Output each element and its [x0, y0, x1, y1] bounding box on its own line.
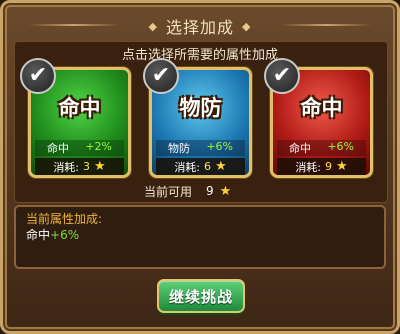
card-stat-bonus: +6% [327, 140, 354, 153]
card-stat-bonus: +2% [85, 140, 112, 153]
card-stat-row: 物防 +6% [156, 140, 245, 156]
title-divider-left [28, 24, 120, 26]
card-cost-value: 3 [83, 160, 91, 173]
card-cost-row: 消耗: 6 ★ [156, 158, 245, 175]
dialog-title: 选择加成 [165, 18, 234, 37]
star-icon: ★ [94, 159, 106, 174]
card-cost-label: 消耗: [174, 160, 201, 174]
card-cost-label: 消耗: [53, 160, 80, 174]
card-stat-label: 命中 [47, 142, 69, 155]
card-stat-row: 命中 +2% [35, 140, 124, 156]
card-stat-label: 物防 [168, 142, 190, 155]
card-cost-label: 消耗: [295, 160, 322, 174]
title-divider-right [280, 24, 372, 26]
check-icon[interactable]: ✔ [143, 58, 179, 94]
card-cost-row: 消耗: 3 ★ [35, 158, 124, 175]
dialog-title-bar: ◆ 选择加成 ◆ [122, 10, 278, 42]
current-bonus-stat: 命中 [26, 228, 51, 242]
current-bonus-title: 当前属性加成: [26, 212, 103, 226]
current-bonus-panel: 当前属性加成: 命中+6% [14, 205, 386, 269]
card-cost-value: 9 [325, 160, 333, 173]
available-points: 当前可用 9 ★ [144, 183, 256, 199]
card-stat-row: 命中 +6% [277, 140, 366, 156]
current-bonus-line: 命中+6% [26, 227, 374, 243]
card-cost-row: 消耗: 9 ★ [277, 158, 366, 175]
card-stat-label: 命中 [289, 142, 311, 155]
title-ornament-left-icon: ◆ [148, 19, 158, 33]
star-icon: ★ [215, 159, 227, 174]
current-bonus-value: +6% [50, 228, 80, 242]
star-icon: ★ [219, 183, 232, 199]
check-icon[interactable]: ✔ [20, 58, 56, 94]
card-name: 命中 [58, 96, 101, 120]
card-name: 物防 [179, 96, 222, 120]
check-icon[interactable]: ✔ [264, 58, 300, 94]
continue-challenge-button[interactable]: 继续挑战 [157, 279, 245, 313]
available-label: 当前可用 [144, 184, 193, 199]
star-icon: ★ [336, 159, 348, 174]
card-name: 命中 [300, 96, 343, 120]
card-stat-bonus: +6% [206, 140, 233, 153]
title-ornament-right-icon: ◆ [242, 19, 252, 33]
instruction-text: 点击选择所需要的属性加成 [121, 48, 278, 63]
card-cost-value: 6 [204, 160, 212, 173]
available-value: 9 [206, 184, 214, 198]
